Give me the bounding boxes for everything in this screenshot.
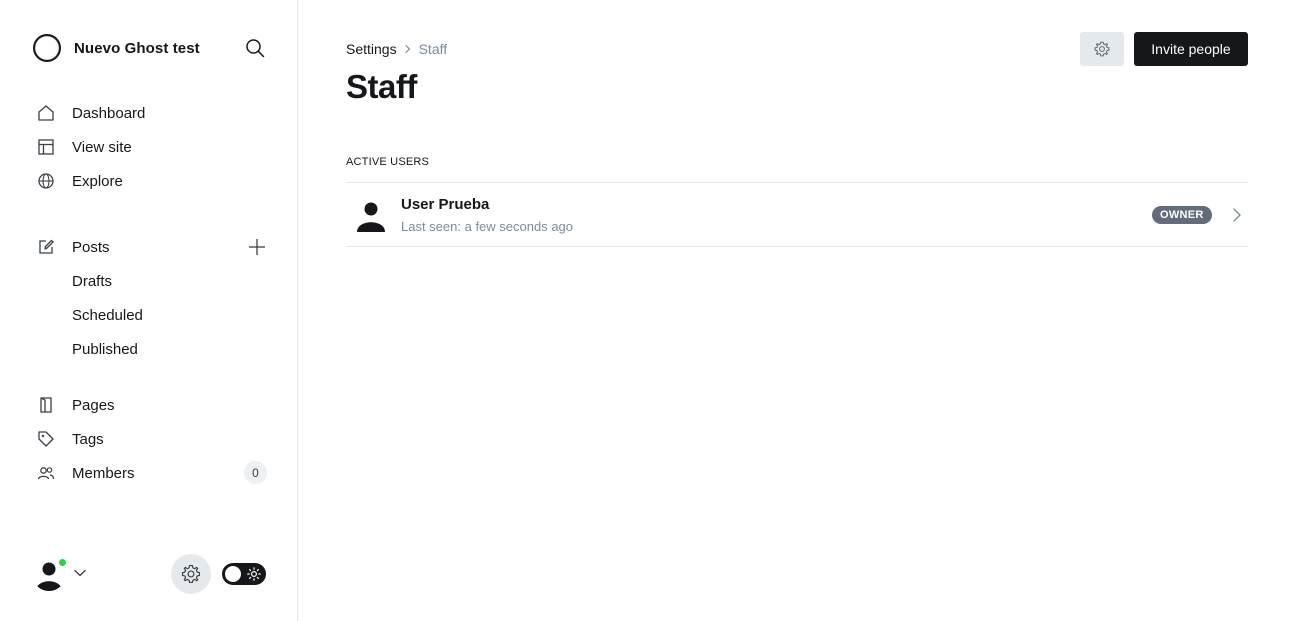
breadcrumb-settings-link[interactable]: Settings [346,41,397,57]
nav-pages-label: Pages [72,396,115,414]
user-name: User Prueba [401,196,490,213]
nav-view-site-label: View site [72,138,132,156]
new-post-button[interactable] [245,235,269,259]
globe-icon [36,171,56,191]
nav-members[interactable]: Members [36,460,268,486]
nav-members-label: Members [72,464,135,482]
invite-people-button[interactable]: Invite people [1134,32,1248,66]
active-users-heading: Active users [346,156,430,168]
pencil-square-icon [36,237,56,257]
breadcrumb-current: Staff [418,41,448,57]
members-icon [36,463,56,483]
settings-button[interactable] [171,554,211,594]
nav-explore-label: Explore [72,172,123,190]
site-brand[interactable]: Nuevo Ghost test [32,32,200,64]
user-menu-avatar[interactable] [32,557,68,591]
staff-settings-button[interactable] [1080,32,1124,66]
gear-icon [181,564,201,584]
theme-toggle-knob [225,566,241,582]
home-icon [36,103,56,123]
nav-view-site[interactable]: View site [36,134,268,160]
online-status-dot [57,557,68,568]
nav-explore[interactable]: Explore [36,168,268,194]
ghost-logo-icon [33,34,61,62]
nav-dashboard[interactable]: Dashboard [36,100,268,126]
nav-pages[interactable]: Pages [36,392,268,418]
nav-scheduled[interactable]: Scheduled [72,302,143,328]
user-avatar-icon [357,202,385,232]
tag-icon [36,429,56,449]
role-badge-text: Owner [1160,209,1204,221]
page-icon [36,395,56,415]
site-title: Nuevo Ghost test [74,39,200,57]
page-title: Staff [346,68,417,105]
plus-icon [249,239,265,255]
search-icon [246,39,265,58]
staff-user-row[interactable]: User Prueba Last seen: a few seconds ago… [346,183,1248,247]
nav-dashboard-label: Dashboard [72,104,146,122]
nav-posts[interactable]: Posts [36,234,268,260]
sun-icon [247,567,261,581]
gear-icon [1094,41,1110,57]
chevron-right-icon [403,44,413,54]
breadcrumb: Settings Staff [346,38,447,60]
nav-published[interactable]: Published [72,336,138,362]
user-last-seen: Last seen: a few seconds ago [401,219,574,234]
user-menu-toggle[interactable] [72,565,88,581]
sidebar: Nuevo Ghost test Dashboard View site Exp… [0,0,298,621]
nav-drafts[interactable]: Drafts [72,268,112,294]
layout-icon [36,137,56,157]
members-count-badge: 0 [244,461,267,484]
theme-toggle[interactable] [222,563,266,585]
chevron-down-icon [74,569,86,577]
nav-posts-label: Posts [72,238,110,256]
chevron-right-icon [1230,206,1244,224]
owner-role-badge: Owner [1152,206,1212,224]
nav-tags[interactable]: Tags [36,426,268,452]
search-button[interactable] [242,35,268,61]
nav-tags-label: Tags [72,430,104,448]
